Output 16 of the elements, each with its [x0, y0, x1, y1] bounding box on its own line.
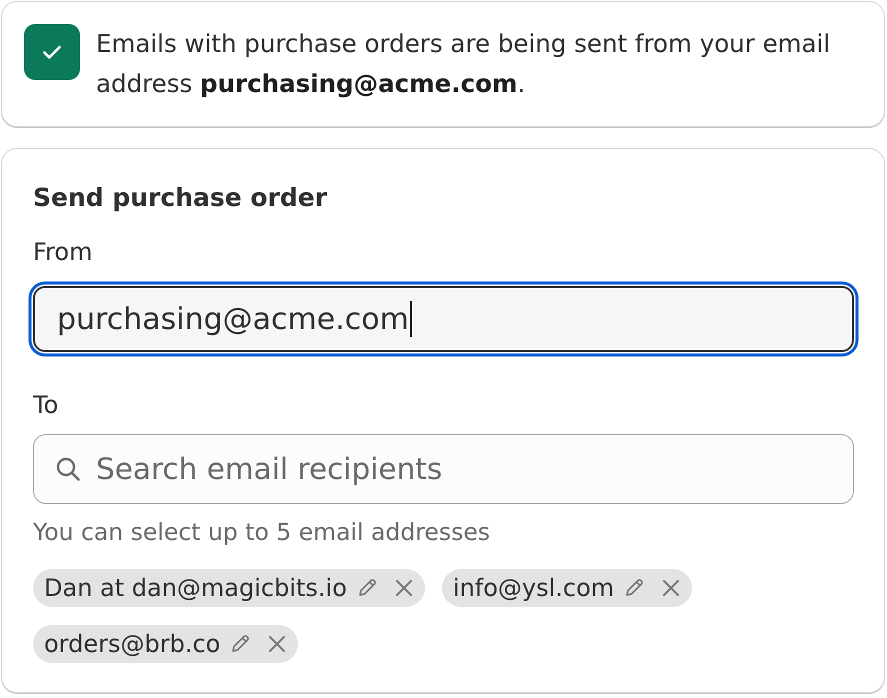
pencil-icon[interactable]: [229, 633, 252, 655]
search-field[interactable]: Search email recipients: [33, 434, 854, 504]
text-caret-icon: [410, 301, 412, 337]
recipient-email: orders@brb.co: [44, 630, 220, 658]
form-title: Send purchase order: [33, 182, 328, 214]
close-icon[interactable]: [662, 579, 680, 597]
from-label: From: [33, 237, 92, 267]
recipient-email: Dan at dan@magicbits.io: [44, 574, 347, 602]
notice-message: Emails with purchase orders are being sent from your email address purchasing@acme.com.: [96, 28, 832, 100]
search-icon: [55, 456, 81, 482]
to-label: To: [33, 390, 58, 420]
pencil-icon[interactable]: [623, 577, 646, 599]
close-icon[interactable]: [268, 635, 286, 653]
recipient-email: info@ysl.com: [452, 574, 614, 602]
close-icon[interactable]: [394, 579, 413, 597]
help-text: You can select up to 5 email addresses: [33, 517, 490, 547]
